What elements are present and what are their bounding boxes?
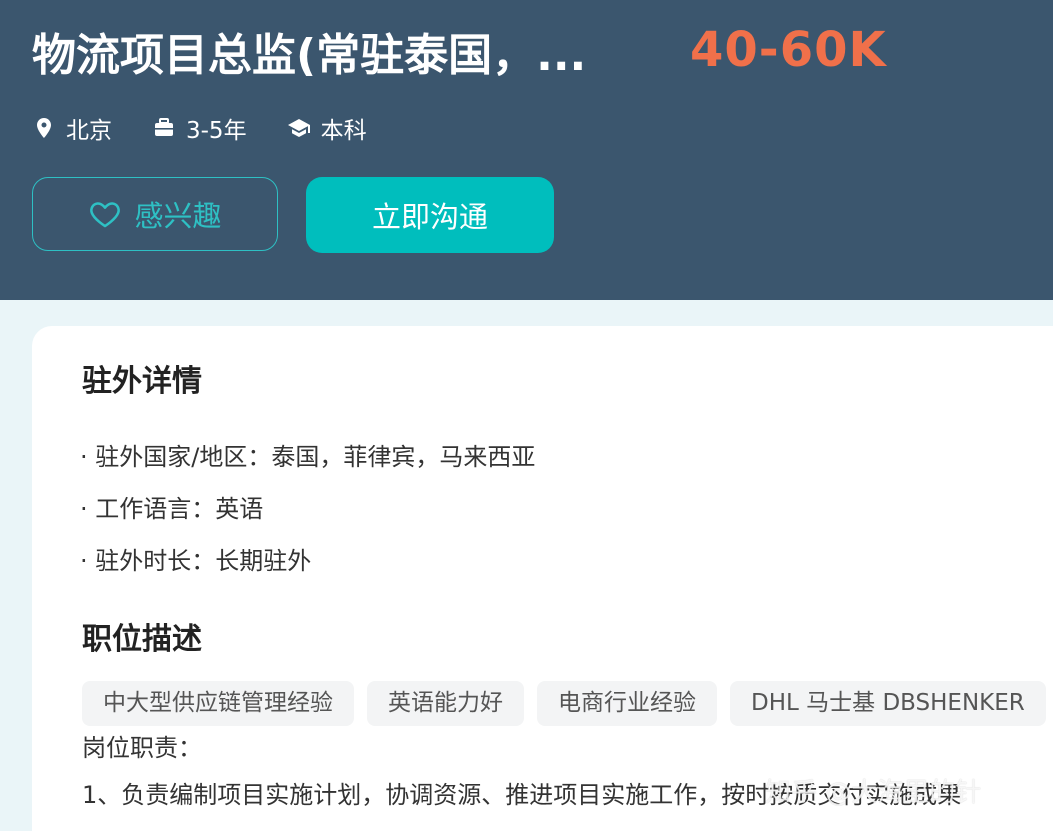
overseas-detail-item: · 驻外时长：长期驻外 bbox=[80, 547, 312, 575]
skill-tag: 英语能力好 bbox=[367, 681, 524, 726]
meta-experience-text: 3-5年 bbox=[186, 118, 247, 144]
chat-now-button[interactable]: 立即沟通 bbox=[306, 177, 554, 253]
heart-icon bbox=[90, 202, 121, 228]
job-meta-row: 北京 3-5年 本科 bbox=[32, 108, 407, 148]
briefcase-icon bbox=[155, 118, 173, 136]
skill-tag: 中大型供应链管理经验 bbox=[82, 681, 354, 726]
duty-item: 1、负责编制项目实施计划，协调资源、推进项目实施工作，按时按质交付实施成果 bbox=[82, 781, 962, 809]
job-header: 物流项目总监(常驻泰国，... 40-60K 北京 3-5年 本科 感兴趣 立即… bbox=[0, 0, 1053, 300]
section-title-job-description: 职位描述 bbox=[82, 622, 202, 657]
meta-experience: 3-5年 bbox=[152, 111, 247, 145]
skill-tag: DHL 马士基 DBSHENKER bbox=[730, 681, 1046, 726]
graduation-cap-icon bbox=[287, 119, 310, 137]
meta-location-text: 北京 bbox=[66, 118, 112, 144]
meta-education-text: 本科 bbox=[320, 118, 367, 144]
skill-tag: 电商行业经验 bbox=[537, 681, 717, 726]
overseas-detail-item: · 驻外国家/地区：泰国，菲律宾，马来西亚 bbox=[80, 443, 536, 471]
duty-heading: 岗位职责： bbox=[82, 734, 202, 762]
location-pin-icon bbox=[37, 118, 51, 138]
overseas-detail-item: · 工作语言：英语 bbox=[80, 495, 264, 523]
skill-tags: 中大型供应链管理经验 英语能力好 电商行业经验 DHL 马士基 DBSHENKE… bbox=[82, 681, 1053, 726]
job-title: 物流项目总监(常驻泰国，... bbox=[32, 30, 587, 81]
interest-button[interactable]: 感兴趣 bbox=[32, 177, 278, 251]
meta-location: 北京 bbox=[32, 111, 112, 145]
section-title-overseas-details: 驻外详情 bbox=[82, 364, 202, 399]
job-detail-card: 驻外详情 · 驻外国家/地区：泰国，菲律宾，马来西亚 · 工作语言：英语 · 驻… bbox=[32, 326, 1053, 831]
meta-education: 本科 bbox=[287, 111, 367, 145]
interest-button-label: 感兴趣 bbox=[134, 199, 222, 233]
salary-range: 40-60K bbox=[690, 22, 887, 78]
chat-now-button-label: 立即沟通 bbox=[371, 200, 488, 234]
